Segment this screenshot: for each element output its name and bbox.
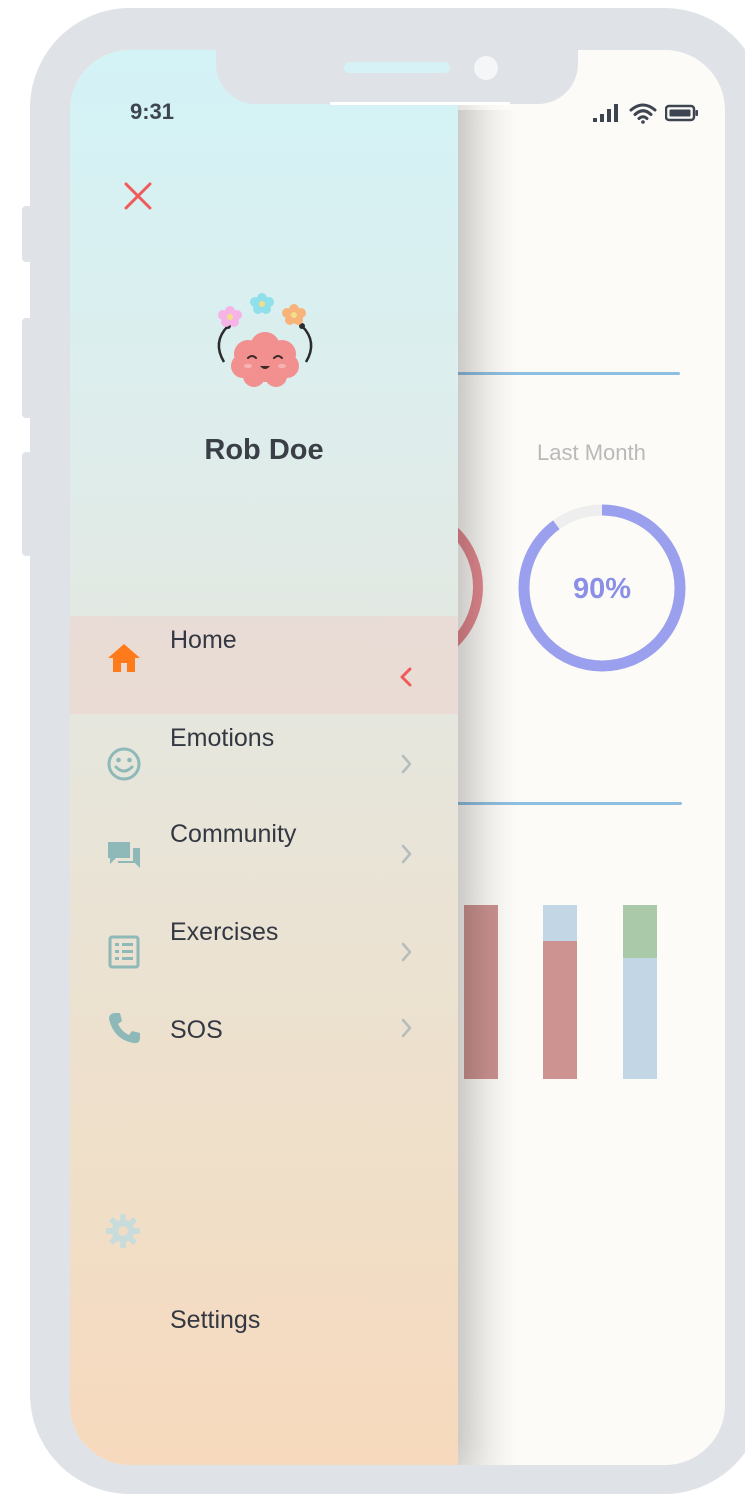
notch-indicator [330,102,510,105]
menu-item-home[interactable]: Home [70,616,458,714]
chevron-right-icon [401,844,412,864]
chart-bar [543,941,577,1079]
chat-icon [108,842,140,868]
status-icons [591,102,699,124]
chart-bar [623,958,657,1079]
camera [474,56,498,80]
speaker [344,62,450,73]
menu-item-label: Exercises [170,918,279,946]
menu-item-label: SOS [170,1016,223,1044]
menu-item-label: Emotions [170,724,275,752]
wifi-icon [629,103,657,124]
close-icon[interactable] [118,176,158,216]
home-icon [108,644,140,672]
chart-bar-top [543,905,577,941]
battery-icon [665,104,698,122]
signal-icon [593,104,618,122]
menu-item-label: Home [170,626,237,654]
notch [216,50,578,105]
chevron-right-icon [401,1018,412,1038]
chevron-left-icon [400,667,412,687]
status-time: 9:31 [130,99,175,124]
chevron-right-icon [401,942,412,962]
last-month-percent: 90% [573,573,631,605]
gear-icon[interactable] [104,1212,142,1250]
list-icon [108,935,140,969]
last-month-label: Last Month [537,440,646,465]
menu-item-exercises[interactable]: Exercises [70,908,458,1006]
user-name: Rob Doe [204,434,324,466]
last-month-progress-ring[interactable]: 90% [516,502,688,674]
settings-label[interactable]: Settings [170,1306,260,1335]
avatar[interactable] [210,292,320,392]
smiley-icon [107,747,141,781]
menu-item-emotions[interactable]: Emotions [70,714,458,812]
menu-item-sos[interactable]: SOS [70,1006,458,1104]
menu-item-community[interactable]: Community [70,810,458,908]
chevron-right-icon [401,754,412,774]
chart-bar-top [623,905,657,958]
phone-screen: Last Month 90% 9:31 Rob Doe Home Emotion… [70,50,725,1465]
menu-item-label: Community [170,820,297,848]
drawer-shadow [458,110,518,1465]
navigation-drawer: 9:31 Rob Doe Home Emotions Community Exe… [70,50,458,1465]
phone-icon [109,1013,140,1044]
